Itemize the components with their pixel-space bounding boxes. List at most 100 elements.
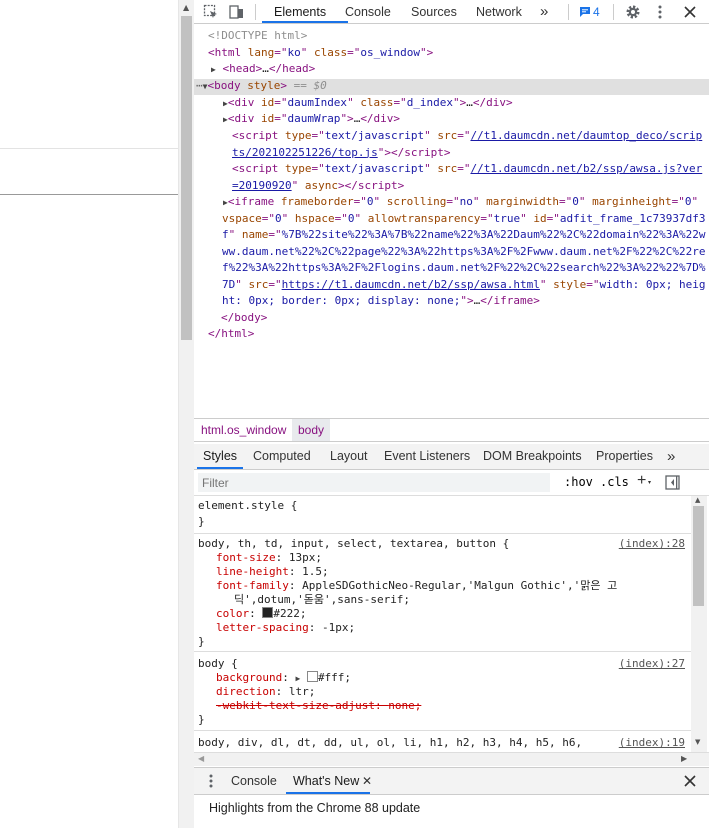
div-node[interactable]: ▶<div id="daumIndex" class="d_index">…</… — [223, 95, 513, 113]
device-toolbar-icon[interactable] — [229, 4, 245, 20]
kebab-menu-icon[interactable] — [208, 773, 214, 789]
scroll-up-arrow-icon[interactable]: ▲ — [183, 3, 189, 12]
style-rule-element[interactable]: element.style { } — [194, 496, 691, 534]
iframe-node[interactable]: ▶<iframe frameborder="0" scrolling="no" … — [223, 194, 698, 212]
css-property[interactable]: direction: ltr; — [216, 685, 315, 699]
scroll-right-arrow-icon[interactable]: ▶ — [681, 754, 687, 763]
head-node[interactable]: ▶ <head>…</head> — [211, 61, 315, 79]
styles-filter-bar: :hov .cls + ▾ — [194, 470, 709, 496]
drawer-tab-console[interactable]: Console — [231, 768, 277, 794]
tab-sources[interactable]: Sources — [411, 0, 457, 24]
script-node-cont[interactable]: ts/202102251226/top.js"></script> — [232, 145, 451, 162]
more-tabs-button[interactable]: » — [540, 0, 548, 24]
rule-selector: body, th, td, input, select, textarea, b… — [198, 537, 510, 550]
page-viewport — [0, 0, 178, 828]
dom-tree[interactable]: <!DOCTYPE html> <html lang="ko" class="o… — [194, 24, 709, 418]
scroll-down-arrow-icon[interactable]: ▼ — [695, 738, 700, 746]
css-property[interactable]: font-size: 13px; — [216, 551, 322, 565]
style-rule[interactable]: body, div, dl, dt, dd, ul, ol, li, h1, h… — [194, 731, 691, 752]
drawer-tabbar: Console What's New ✕ — [194, 767, 709, 795]
rule-close: } — [198, 635, 205, 648]
body-close-node[interactable]: </body> — [221, 310, 267, 327]
script-node-cont[interactable]: =20190920" async></script> — [232, 178, 404, 195]
css-property-overridden[interactable]: -webkit-text-size-adjust: none; — [216, 699, 421, 713]
css-property[interactable]: font-family: AppleSDGothicNeo-Regular,'M… — [216, 579, 617, 593]
close-drawer-icon[interactable] — [683, 774, 697, 788]
rule-source-link[interactable]: (index):27 — [619, 657, 685, 671]
tab-properties[interactable]: Properties — [596, 444, 653, 469]
rule-selector: element.style { — [198, 499, 298, 512]
scroll-left-arrow-icon[interactable]: ◀ — [198, 754, 204, 763]
iframe-node-cont[interactable]: vspace="0" hspace="0" allowtransparency=… — [222, 211, 706, 228]
doctype-node[interactable]: <!DOCTYPE html> — [208, 28, 307, 45]
horizontal-scrollbar[interactable]: ◀ ▶ — [194, 752, 709, 766]
css-property[interactable]: line-height: 1.5; — [216, 565, 329, 579]
active-tab-indicator — [262, 21, 348, 23]
iframe-node-cont[interactable]: 7D" src="https://t1.daumcdn.net/b2/ssp/a… — [222, 277, 706, 294]
scroll-up-arrow-icon[interactable]: ▲ — [695, 496, 700, 504]
cls-toggle[interactable]: .cls — [600, 475, 629, 489]
html-close-node[interactable]: </html> — [208, 326, 254, 343]
rule-selector: body, div, dl, dt, dd, ul, ol, li, h1, h… — [198, 736, 583, 749]
whats-new-headline: Highlights from the Chrome 88 update — [209, 801, 421, 815]
active-tab-indicator — [197, 467, 243, 469]
more-tabs-button[interactable]: » — [667, 444, 675, 469]
script-node[interactable]: <script type="text/javascript" src="//t1… — [232, 161, 702, 178]
rule-close: } — [198, 515, 205, 528]
iframe-node-cont[interactable]: f" name="%7B%22site%22%3A%7B%22name%22%3… — [222, 227, 705, 244]
iframe-node-cont[interactable]: ht: 0px; border: 0px; display: none;">…<… — [222, 293, 540, 310]
rule-source-link[interactable]: (index):28 — [619, 537, 685, 551]
page-divider — [0, 148, 178, 149]
devtools-toolbar: Elements Console Sources Network » 4 — [194, 0, 709, 24]
add-rule-icon[interactable]: + — [637, 473, 646, 489]
close-tab-icon[interactable]: ✕ — [362, 768, 372, 794]
tab-event-listeners[interactable]: Event Listeners — [384, 444, 470, 469]
dropdown-arrow-icon[interactable]: ▾ — [648, 479, 651, 486]
page-scrollbar[interactable]: ▲ — [178, 0, 194, 828]
hov-toggle[interactable]: :hov — [564, 475, 593, 489]
toolbar-separator — [568, 4, 569, 20]
html-node[interactable]: <html lang="ko" class="os_window"> — [208, 45, 433, 62]
gear-icon[interactable] — [625, 4, 641, 20]
css-property[interactable]: color: #222; — [216, 607, 307, 621]
issues-badge[interactable]: 4 — [576, 4, 606, 20]
div-node[interactable]: ▶<div id="daumWrap">…</div> — [223, 111, 400, 129]
kebab-menu-icon[interactable] — [657, 4, 663, 20]
css-property[interactable]: background: ▶ #fff; — [216, 671, 351, 686]
styles-pane[interactable]: element.style { } body, th, td, input, s… — [194, 496, 691, 752]
page-scrollbar-thumb[interactable] — [181, 16, 192, 340]
styles-scrollbar-thumb[interactable] — [693, 506, 704, 606]
rule-source-link[interactable]: (index):19 — [619, 736, 685, 750]
styles-tabbar: Styles Computed Layout Event Listeners D… — [194, 444, 709, 470]
close-icon[interactable] — [683, 5, 697, 19]
css-property[interactable]: letter-spacing: -1px; — [216, 621, 355, 635]
expand-arrow-icon: ▶ — [211, 65, 216, 74]
devtools-panel: Elements Console Sources Network » 4 <!D… — [194, 0, 709, 828]
breadcrumb-item-body[interactable]: body — [292, 419, 331, 441]
style-rule[interactable]: body { (index):27 background: ▶ #fff; di… — [194, 652, 691, 731]
iframe-node-cont[interactable]: ww.daum.net%22%2C%22page%22%3A%22https%3… — [222, 244, 705, 261]
body-node[interactable]: ⋯▼<body style> == $0 — [196, 78, 327, 96]
iframe-node-cont[interactable]: f%22%3A%22https%3A%2F%2Flogins.daum.net%… — [222, 260, 705, 277]
css-property-cont: 딕',dotum,'돋움',sans-serif; — [234, 593, 411, 606]
tab-dom-breakpoints[interactable]: DOM Breakpoints — [483, 444, 582, 469]
style-rule[interactable]: body, th, td, input, select, textarea, b… — [194, 534, 691, 652]
script-node[interactable]: <script type="text/javascript" src="//t1… — [232, 128, 702, 145]
toolbar-separator — [255, 4, 256, 20]
tab-console[interactable]: Console — [345, 0, 391, 24]
styles-scrollbar[interactable]: ▲ ▼ — [691, 496, 707, 752]
filter-input[interactable] — [198, 473, 550, 492]
issues-count: 4 — [593, 5, 600, 19]
drawer-tab-whats-new[interactable]: What's New — [293, 768, 359, 794]
tab-layout[interactable]: Layout — [330, 444, 368, 469]
toggle-sidebar-icon[interactable] — [665, 475, 680, 490]
breadcrumb-item-html[interactable]: html.os_window — [194, 419, 293, 441]
tab-computed[interactable]: Computed — [253, 444, 311, 469]
inspect-element-icon[interactable] — [203, 4, 219, 20]
tab-styles[interactable]: Styles — [203, 444, 237, 469]
tab-network[interactable]: Network — [476, 0, 522, 24]
expand-arrow-icon: ▶ — [295, 674, 301, 683]
color-swatch[interactable] — [306, 671, 318, 682]
rule-close: } — [198, 713, 205, 726]
color-swatch[interactable] — [262, 607, 274, 618]
